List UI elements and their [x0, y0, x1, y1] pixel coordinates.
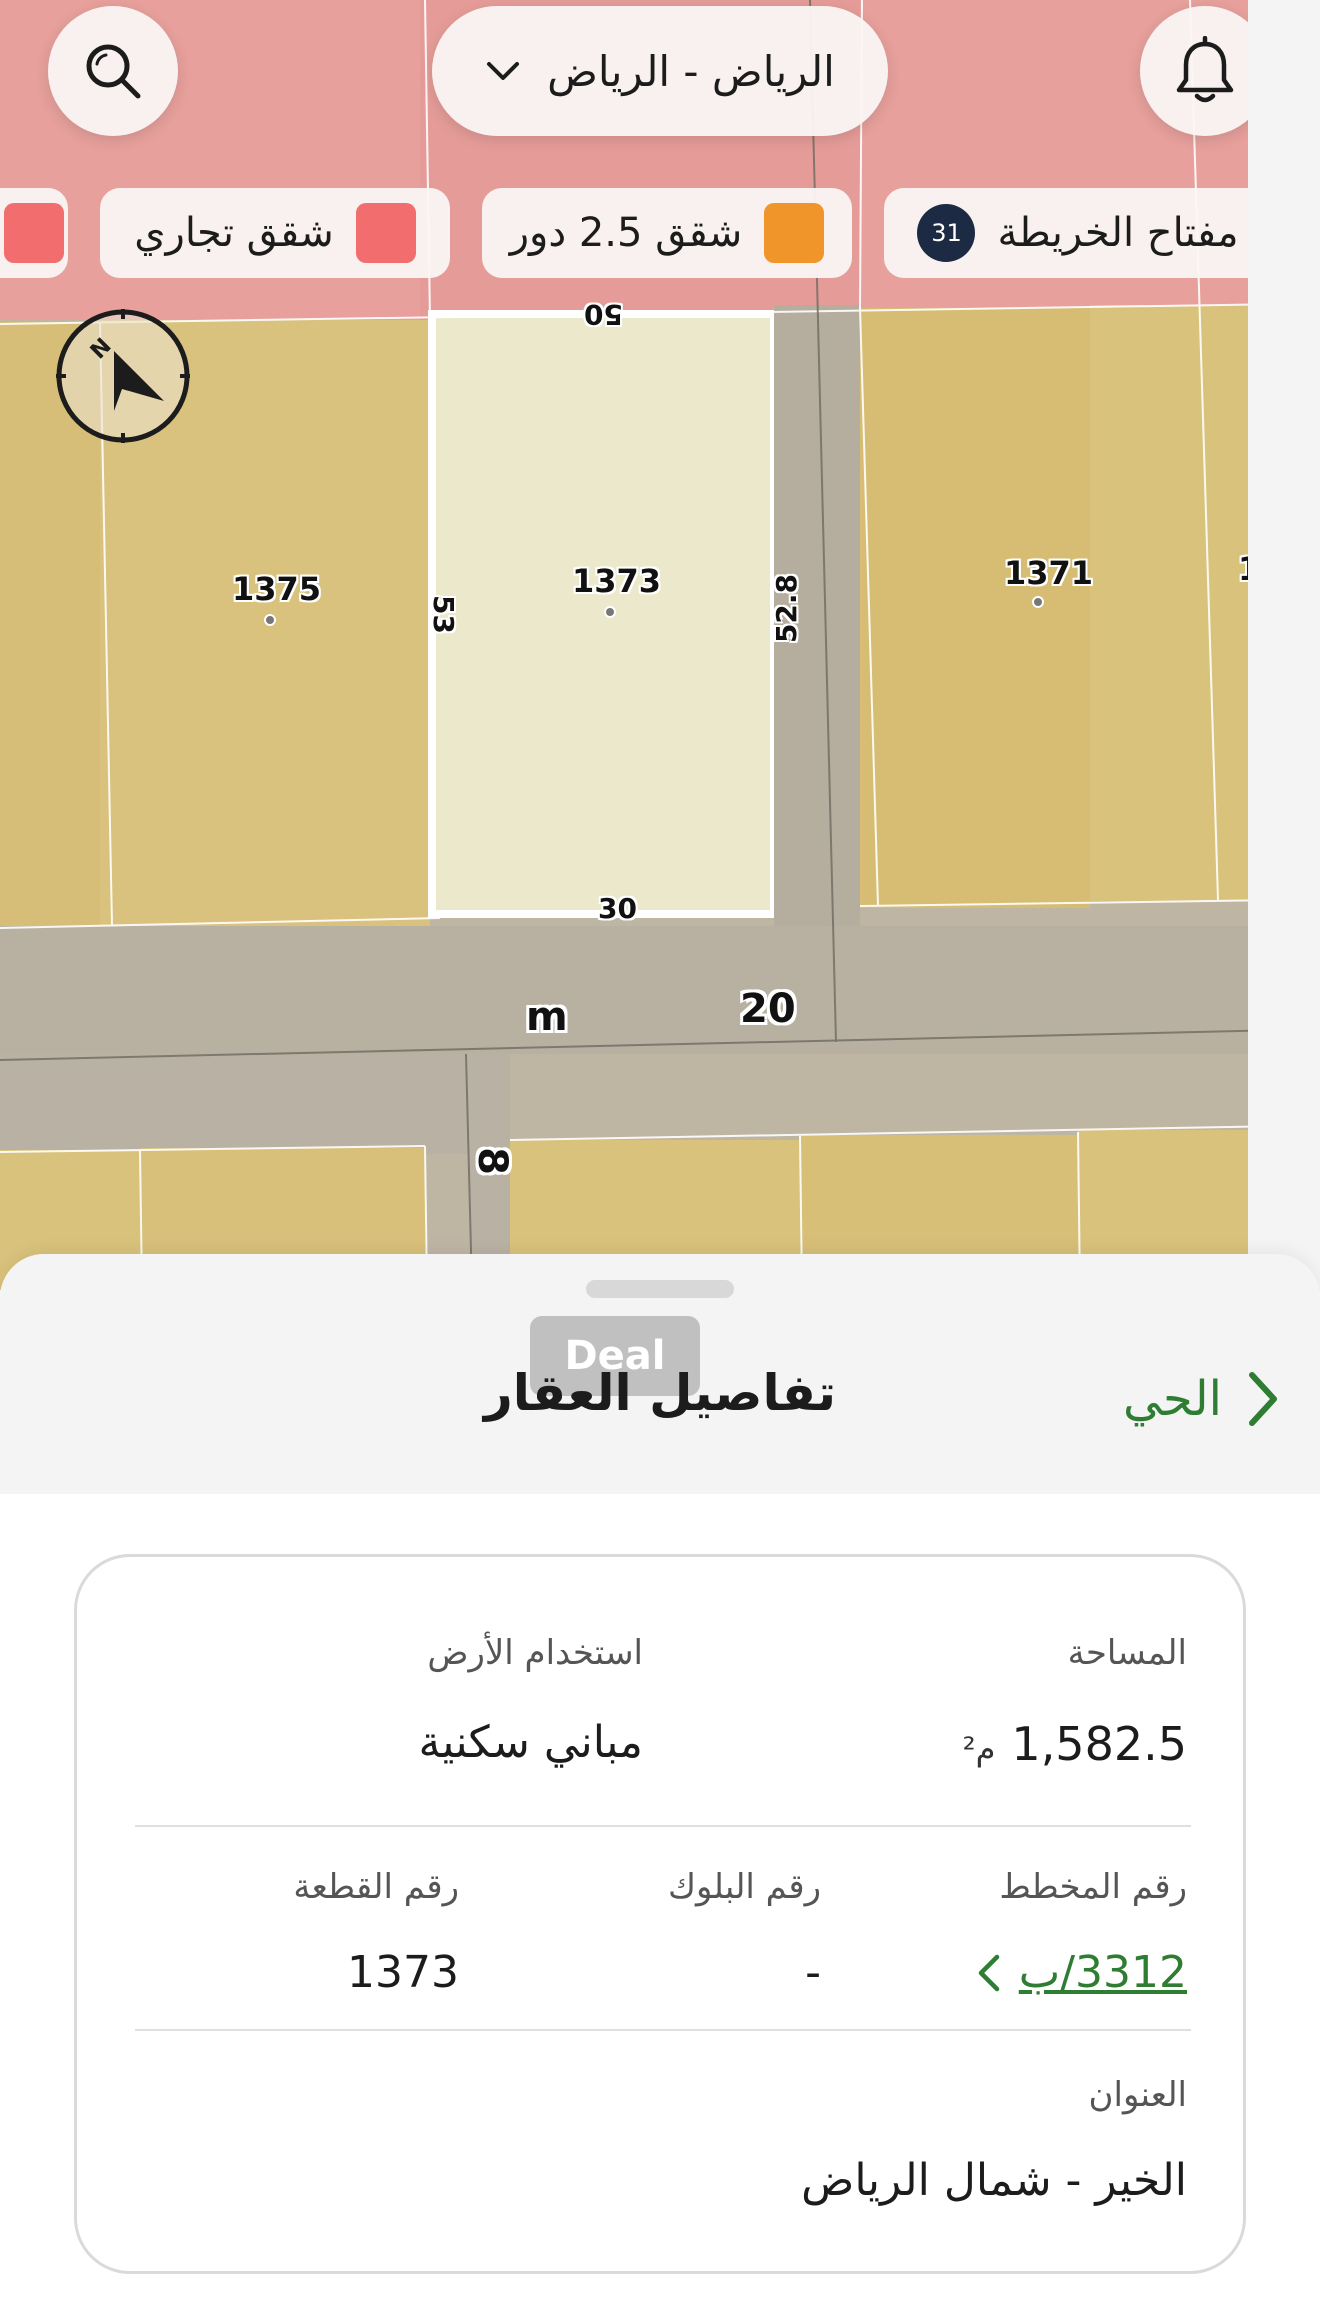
dimension-top-label: 50	[584, 298, 623, 331]
district-link-label: الحي	[1123, 1371, 1222, 1427]
plot-number-label-selected[interactable]: 1373	[572, 562, 661, 600]
sheet-title: تفاصيل العقار	[484, 1364, 836, 1422]
city-selector-label: الرياض - الرياض	[547, 46, 835, 96]
address-label: العنوان	[1088, 2075, 1187, 2115]
bell-icon	[1176, 36, 1234, 103]
legend-chip-partial[interactable]	[0, 188, 68, 278]
property-details-card: المساحة م² 1,582.5 استخدام الأرض مباني س…	[74, 1554, 1246, 2274]
search-button[interactable]	[48, 6, 178, 136]
plot-center-dot	[604, 606, 616, 618]
map-edge	[1248, 0, 1284, 1290]
legend-chip-commercial-apartments[interactable]: شقق تجاري	[100, 188, 450, 278]
map-view[interactable]: 1375 1373 1371 136 50 53 52.8 30 m 20 8	[0, 0, 1284, 1290]
legend-chip-apartments-floors[interactable]: شقق 2.5 دور	[482, 188, 852, 278]
divider	[135, 2029, 1191, 2031]
block-number-value: -	[805, 1947, 821, 1998]
legend-color-swatch	[764, 203, 825, 263]
map-key-button[interactable]: 31 مفتاح الخريطة	[884, 188, 1272, 278]
land-use-value: مباني سكنية	[418, 1717, 643, 1768]
legend-chip-label: شقق تجاري	[134, 210, 334, 256]
area-value: م² 1,582.5	[963, 1717, 1187, 1771]
address-value: الخير - شمال الرياض	[801, 2155, 1187, 2206]
area-unit: م²	[962, 1730, 996, 1768]
dimension-left-label: 53	[426, 595, 460, 634]
area-number: 1,582.5	[1011, 1717, 1187, 1771]
sheet-header: Deal تفاصيل العقار الحي	[0, 1254, 1320, 1494]
compass-icon[interactable]: N	[52, 305, 194, 447]
plot-number-label[interactable]: 1371	[1004, 554, 1093, 592]
chevron-down-icon	[487, 62, 520, 80]
plot-number-value: 1373	[347, 1947, 459, 1998]
legend-chip-label: شقق 2.5 دور	[509, 210, 743, 256]
city-selector-dropdown[interactable]: الرياض - الرياض	[432, 6, 888, 136]
plot-center-dot	[264, 614, 276, 626]
plan-number-label: رقم المخطط	[999, 1867, 1187, 1907]
property-details-sheet[interactable]: Deal تفاصيل العقار الحي المساحة م² 1,582…	[0, 1254, 1320, 2322]
plot-number-label[interactable]: 1375	[232, 570, 321, 608]
legend-color-swatch	[355, 203, 416, 263]
dimension-right-label: 52.8	[770, 573, 804, 644]
area-label: المساحة	[1067, 1633, 1187, 1673]
divider	[135, 1825, 1191, 1827]
plan-number-value: 3312/ب	[1018, 1947, 1187, 1998]
plot-number-label: رقم القطعة	[293, 1867, 459, 1907]
map-key-label: مفتاح الخريطة	[997, 210, 1239, 256]
street-label: m	[526, 994, 568, 1040]
search-icon	[86, 44, 141, 99]
chevron-right-icon	[1249, 1372, 1277, 1426]
street-label: 8	[468, 1147, 515, 1175]
street-width-label: 20	[740, 986, 796, 1032]
plot-center-dot	[1032, 596, 1044, 608]
chevron-left-icon	[978, 1954, 1000, 1991]
app-root: 1375 1373 1371 136 50 53 52.8 30 m 20 8	[0, 0, 1320, 2322]
block-number-label: رقم البلوك	[667, 1867, 821, 1907]
legend-color-swatch	[4, 203, 64, 263]
land-use-label: استخدام الأرض	[427, 1633, 643, 1673]
district-link[interactable]: الحي	[1123, 1364, 1280, 1434]
plan-number-link[interactable]: 3312/ب	[975, 1947, 1187, 1998]
dimension-bottom-label: 30	[598, 892, 637, 925]
map-key-count-badge: 31	[917, 204, 976, 262]
sheet-drag-handle[interactable]	[586, 1280, 734, 1298]
